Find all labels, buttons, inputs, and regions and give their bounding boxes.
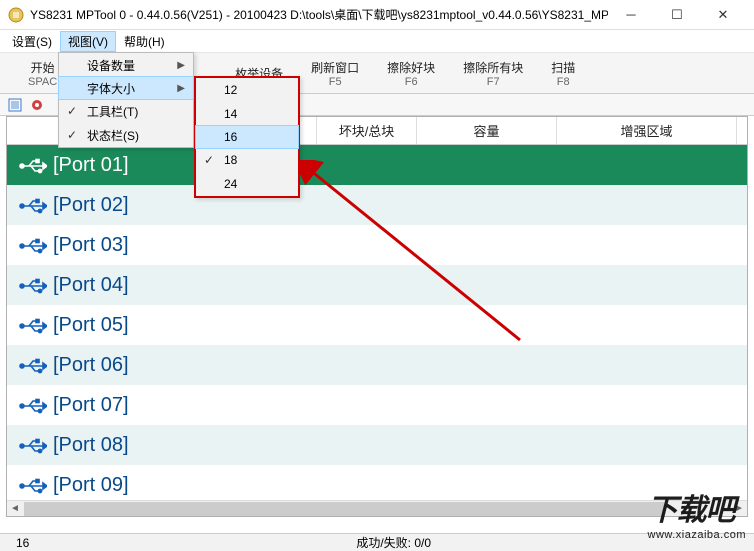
- toolbar-newwin-sub: F5: [329, 76, 342, 88]
- fontsize-16-label: 16: [224, 130, 237, 144]
- usb-icon: [19, 317, 47, 333]
- scroll-left-icon[interactable]: ◄: [7, 501, 23, 516]
- port-label: [Port 06]: [53, 354, 129, 377]
- usb-icon: [19, 437, 47, 453]
- dropdown-statusbar-label: 状态栏(S): [87, 127, 139, 144]
- usb-icon: [19, 157, 47, 173]
- fontsize-18[interactable]: ✓ 18: [196, 148, 298, 172]
- toolbar-eraseall-label: 擦除所有块: [463, 59, 523, 76]
- port-label: [Port 04]: [53, 274, 129, 297]
- usb-icon: [19, 357, 47, 373]
- scroll-right-icon[interactable]: ►: [731, 501, 747, 516]
- dropdown-fontsize[interactable]: 字体大小 ▶: [58, 76, 194, 100]
- table-row[interactable]: [Port 08]: [7, 425, 747, 465]
- port-table: 坏块/总块 容量 增强区域 [Port 01] [Port 02] [Port 03…: [6, 116, 748, 517]
- check-icon: ✓: [204, 153, 214, 167]
- menu-settings[interactable]: 设置(S): [4, 31, 60, 52]
- fontsize-24[interactable]: 24: [196, 172, 298, 196]
- toolbar-scan[interactable]: 扫描 F8: [537, 53, 589, 93]
- menubar: 设置(S) 视图(V) 帮助(H): [0, 30, 754, 52]
- port-label: [Port 05]: [53, 314, 129, 337]
- window-buttons: ─ ☐ ✕: [608, 0, 746, 30]
- table-row[interactable]: [Port 07]: [7, 385, 747, 425]
- toolbar-eraseall-sub: F7: [487, 76, 500, 88]
- toolbar-eraseall[interactable]: 擦除所有块 F7: [449, 53, 537, 93]
- table-row[interactable]: [Port 09]: [7, 465, 747, 505]
- dropdown-toolbar[interactable]: ✓ 工具栏(T): [59, 99, 193, 123]
- menu-help[interactable]: 帮助(H): [116, 31, 173, 52]
- toolbar-erasegood-label: 擦除好块: [387, 59, 435, 76]
- close-button[interactable]: ✕: [700, 0, 746, 30]
- th-badtotal[interactable]: 坏块/总块: [317, 117, 417, 144]
- fontsize-16[interactable]: 16: [195, 125, 299, 149]
- fontsize-12[interactable]: 12: [196, 78, 298, 102]
- toolbar-erasegood-sub: F6: [405, 76, 418, 88]
- titlebar: YS8231 MPTool 0 - 0.44.0.56(V251) - 2010…: [0, 0, 754, 30]
- toolbar-newwin-label: 刷新窗口: [311, 59, 359, 76]
- fontsize-14-label: 14: [224, 107, 237, 121]
- toolbar-scan-sub: F8: [557, 76, 570, 88]
- usb-icon: [19, 277, 47, 293]
- check-icon: ✓: [67, 104, 77, 118]
- table-row[interactable]: [Port 03]: [7, 225, 747, 265]
- statusbar: 16 成功/失败: 0/0: [0, 533, 754, 551]
- usb-icon: [19, 397, 47, 413]
- check-icon: ✓: [67, 128, 77, 142]
- fontsize-24-label: 24: [224, 177, 237, 191]
- port-label: [Port 02]: [53, 194, 129, 217]
- fontsize-18-label: 18: [224, 153, 237, 167]
- toolbar-erasegood[interactable]: 擦除好块 F6: [373, 53, 449, 93]
- app-icon: [8, 7, 24, 23]
- toolbar-start-sub: SPAC: [28, 76, 57, 88]
- table-row[interactable]: [Port 02]: [7, 185, 747, 225]
- dropdown-statusbar[interactable]: ✓ 状态栏(S): [59, 123, 193, 147]
- fontsize-14[interactable]: 14: [196, 102, 298, 126]
- chevron-right-icon: ▶: [177, 60, 185, 71]
- fontsize-12-label: 12: [224, 83, 237, 97]
- scroll-thumb[interactable]: [24, 502, 664, 516]
- dropdown-devcount[interactable]: 设备数量 ▶: [59, 53, 193, 77]
- table-row[interactable]: [Port 06]: [7, 345, 747, 385]
- table-row[interactable]: [Port 01]: [7, 145, 747, 185]
- chevron-right-icon: ▶: [177, 83, 185, 94]
- dropdown-fontsize-submenu: 12 14 16 ✓ 18 24: [194, 76, 300, 198]
- menu-view[interactable]: 视图(V): [60, 31, 116, 52]
- status-result: 成功/失败: 0/0: [346, 534, 441, 551]
- usb-icon: [19, 197, 47, 213]
- dropdown-view: 设备数量 ▶ 字体大小 ▶ ✓ 工具栏(T) ✓ 状态栏(S): [58, 52, 194, 148]
- table-body: [Port 01] [Port 02] [Port 03] [Port 04] [Por…: [7, 145, 747, 505]
- minimize-button[interactable]: ─: [608, 0, 654, 30]
- tb2-icon1[interactable]: [6, 96, 24, 114]
- dropdown-toolbar-label: 工具栏(T): [87, 103, 138, 120]
- th-capacity[interactable]: 容量: [417, 117, 557, 144]
- th-enhance[interactable]: 增强区域: [557, 117, 737, 144]
- tb2-icon2[interactable]: [28, 96, 46, 114]
- port-label: [Port 07]: [53, 394, 129, 417]
- port-label: [Port 03]: [53, 234, 129, 257]
- status-left: 16: [6, 536, 39, 550]
- toolbar-scan-label: 扫描: [551, 59, 575, 76]
- maximize-button[interactable]: ☐: [654, 0, 700, 30]
- usb-icon: [19, 477, 47, 493]
- dropdown-devcount-label: 设备数量: [87, 57, 135, 74]
- table-row[interactable]: [Port 04]: [7, 265, 747, 305]
- port-label: [Port 09]: [53, 474, 129, 497]
- port-label: [Port 08]: [53, 434, 129, 457]
- dropdown-fontsize-label: 字体大小: [87, 80, 135, 97]
- window-title: YS8231 MPTool 0 - 0.44.0.56(V251) - 2010…: [30, 6, 608, 23]
- table-row[interactable]: [Port 05]: [7, 305, 747, 345]
- toolbar-newwin[interactable]: 刷新窗口 F5: [297, 53, 373, 93]
- toolbar-start-label: 开始: [31, 59, 55, 76]
- usb-icon: [19, 237, 47, 253]
- horizontal-scrollbar[interactable]: ◄ ►: [7, 500, 747, 516]
- port-label: [Port 01]: [53, 154, 129, 177]
